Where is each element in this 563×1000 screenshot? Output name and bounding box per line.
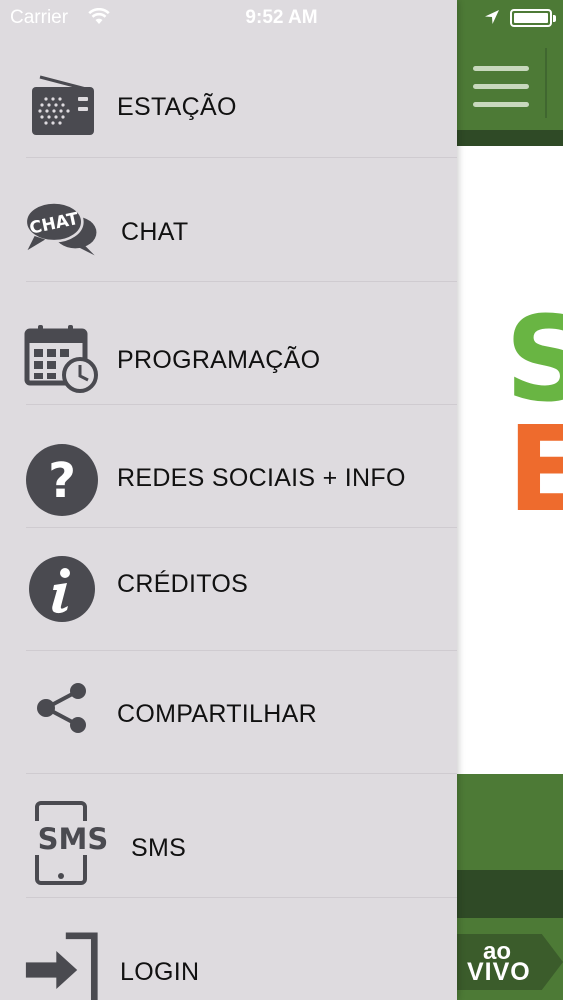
live-badge-line2: VIVO	[467, 958, 531, 986]
menu-item-label: CHAT	[121, 218, 189, 246]
login-arrow-icon	[24, 930, 100, 1000]
menu-item-creditos[interactable]: CRÉDITOS	[0, 528, 457, 650]
status-bar: Carrier 9:52 AM	[0, 0, 563, 36]
question-circle-icon: ?	[24, 442, 100, 518]
player-band	[457, 774, 563, 870]
navigation-drawer: ESTAÇÃO CHAT CHAT PROGRAMAÇÃO ? REDES SO…	[0, 0, 457, 1000]
menu-item-label: COMPARTILHAR	[117, 700, 317, 728]
chat-bubble-icon: CHAT	[24, 190, 100, 266]
menu-item-label: REDES SOCIAIS + INFO	[117, 464, 406, 492]
menu-item-compartilhar[interactable]: COMPARTILHAR	[0, 652, 457, 774]
menu-divider	[26, 404, 457, 405]
menu-item-programacao[interactable]: PROGRAMAÇÃO	[0, 296, 457, 418]
menu-divider	[26, 650, 457, 651]
sms-icon-text: SMS	[38, 822, 109, 856]
sms-phone-icon: SMS	[24, 801, 114, 885]
player-band-dark	[457, 870, 563, 918]
menu-divider	[26, 157, 457, 158]
menu-item-label: LOGIN	[120, 958, 200, 986]
menu-divider	[26, 897, 457, 898]
menu-item-redes-sociais[interactable]: ? REDES SOCIAIS + INFO	[0, 418, 457, 540]
header-divider	[545, 48, 547, 118]
menu-item-label: PROGRAMAÇÃO	[117, 346, 321, 374]
menu-item-label: SMS	[131, 834, 187, 862]
radio-icon	[24, 68, 100, 144]
share-icon	[24, 670, 100, 746]
clock: 9:52 AM	[245, 7, 318, 28]
menu-item-estacao[interactable]: ESTAÇÃO	[0, 46, 457, 168]
svg-text:?: ?	[48, 453, 76, 509]
hamburger-menu-icon[interactable]	[473, 66, 529, 110]
menu-item-label: ESTAÇÃO	[117, 93, 237, 121]
location-arrow-icon	[485, 10, 499, 24]
battery-icon	[510, 9, 556, 27]
calendar-clock-icon	[24, 320, 100, 396]
menu-item-login[interactable]: LOGIN	[0, 910, 457, 1000]
menu-divider	[26, 773, 457, 774]
app-main-view[interactable]: S E ao VIVO	[457, 0, 563, 1000]
menu-divider	[26, 281, 457, 282]
menu-item-chat[interactable]: CHAT CHAT	[0, 170, 457, 292]
info-circle-icon	[24, 551, 100, 627]
menu-item-sms[interactable]: SMS SMS	[0, 786, 457, 908]
header-shadow-band	[457, 130, 563, 146]
menu-item-label: CRÉDITOS	[117, 570, 249, 598]
logo-letter-e: E	[507, 400, 563, 538]
